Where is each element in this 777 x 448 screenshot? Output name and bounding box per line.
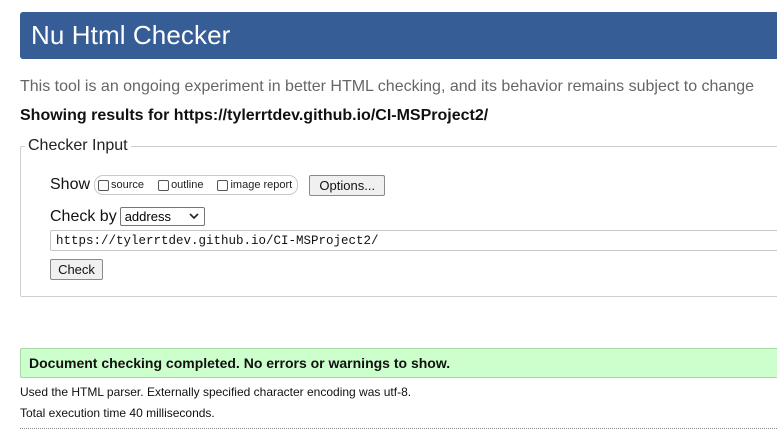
divider [20,428,777,429]
source-checkbox[interactable] [98,179,110,191]
check-by-label: Check by [50,207,117,225]
show-source-option[interactable]: source [98,179,144,191]
source-label: source [111,179,145,191]
app-title: Nu Html Checker [31,20,231,50]
show-image-report-option[interactable]: image report [217,179,292,191]
chevron-down-icon [189,213,199,220]
show-label: Show [50,176,91,193]
options-button[interactable]: Options... [309,174,386,196]
image-report-checkbox[interactable] [217,179,229,191]
check-by-value: address [124,209,171,224]
tagline: This tool is an ongoing experiment in be… [20,78,755,95]
show-outline-option[interactable]: outline [158,179,203,191]
show-options-row: Show source outline image report Options… [50,174,386,196]
outline-label: outline [171,179,204,191]
success-message: Document checking completed. No errors o… [20,348,777,378]
app-header: Nu Html Checker [20,12,777,59]
execution-time: Total execution time 40 milliseconds. [20,406,215,420]
check-button[interactable]: Check [50,259,103,280]
check-by-row: Check by address [50,207,205,226]
check-by-select[interactable]: address [119,207,205,226]
show-options-group: source outline image report [94,175,299,195]
url-input[interactable]: https://tylerrtdev.github.io/CI-MSProjec… [50,230,777,251]
checker-input-legend: Checker Input [25,137,131,155]
results-for-heading: Showing results for https://tylerrtdev.g… [20,107,489,124]
image-report-label: image report [230,179,293,191]
outline-checkbox[interactable] [158,179,170,191]
parser-info: Used the HTML parser. Externally specifi… [20,385,412,399]
